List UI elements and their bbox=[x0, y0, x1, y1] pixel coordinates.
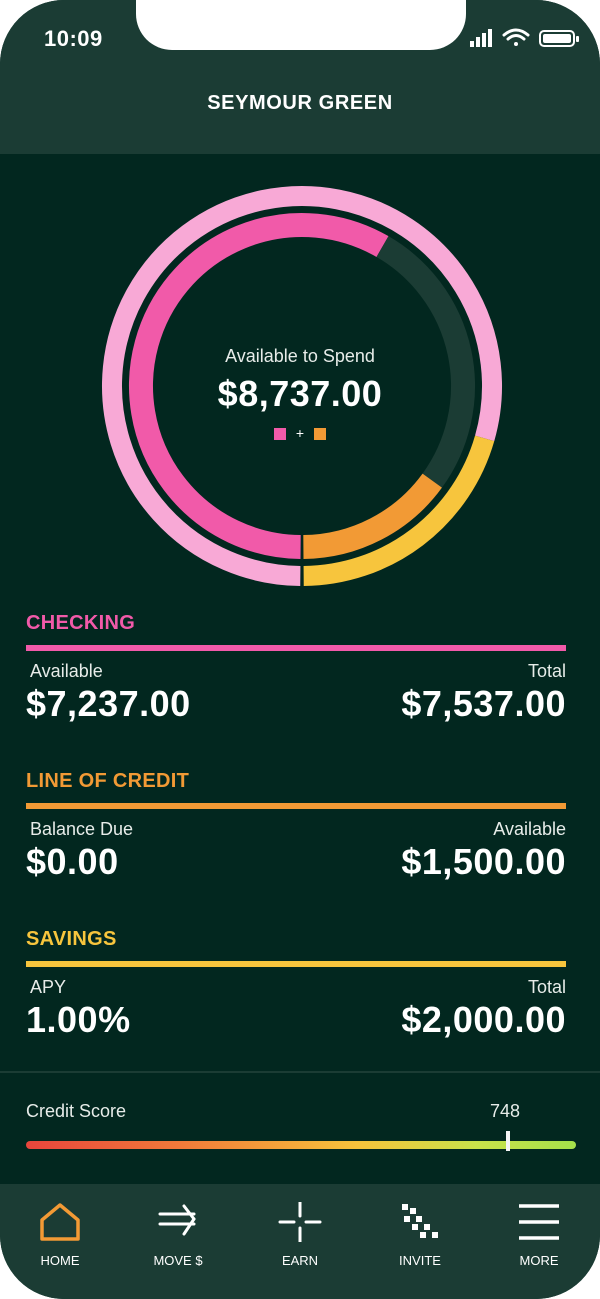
tab-invite-label: INVITE bbox=[399, 1253, 441, 1268]
earn-icon bbox=[278, 1202, 322, 1242]
tab-earn-label: EARN bbox=[281, 1253, 319, 1268]
signal-icon bbox=[470, 29, 492, 47]
line-of-credit-title: LINE OF CREDIT bbox=[26, 770, 190, 792]
line-of-credit-section[interactable]: LINE OF CREDIT Balance Due $0.00 Availab… bbox=[26, 770, 566, 889]
status-icons bbox=[470, 28, 579, 47]
available-to-spend-amount: $8,737.00 bbox=[217, 373, 383, 414]
checking-total-label: Total bbox=[527, 661, 566, 681]
transfer-icon bbox=[158, 1204, 196, 1236]
legend-plus: + bbox=[295, 425, 305, 441]
available-to-spend-label: Available to Spend bbox=[225, 346, 375, 366]
tab-more-label: MORE bbox=[519, 1253, 559, 1268]
tab-move-money-label: MOVE $ bbox=[153, 1253, 203, 1268]
checking-total-value: $7,537.00 bbox=[401, 683, 566, 724]
credit-available-label: Available bbox=[493, 819, 566, 839]
savings-section[interactable]: SAVINGS APY 1.00% Total $2,000.00 bbox=[26, 928, 566, 1047]
battery-icon bbox=[539, 30, 579, 47]
credit-score-value: 748 bbox=[490, 1101, 521, 1121]
credit-score-marker bbox=[506, 1131, 510, 1151]
status-time: 10:09 bbox=[44, 26, 103, 51]
page-title: SEYMOUR GREEN bbox=[207, 92, 393, 114]
apy-value: 1.00% bbox=[26, 999, 131, 1040]
wifi-icon bbox=[502, 28, 530, 46]
device-notch bbox=[136, 0, 466, 50]
tab-home-label: HOME bbox=[40, 1253, 80, 1268]
tab-bar: HOME MOVE $ EARN INVITE MORE bbox=[0, 1184, 600, 1299]
checking-legend-swatch bbox=[274, 428, 287, 441]
home-icon bbox=[40, 1203, 80, 1241]
checking-section[interactable]: CHECKING Available $7,237.00 Total $7,53… bbox=[26, 612, 566, 731]
tab-earn[interactable]: EARN bbox=[240, 1184, 360, 1284]
savings-title: SAVINGS bbox=[26, 928, 117, 950]
tab-more[interactable]: MORE bbox=[479, 1184, 599, 1284]
tab-invite[interactable]: INVITE bbox=[360, 1184, 480, 1284]
phone-screen: 10:09 SEYMOUR GREEN Available to Spend $… bbox=[0, 0, 600, 1299]
donut-legend: + bbox=[150, 425, 450, 441]
balance-summary: Available to Spend $8,737.00 + bbox=[150, 346, 450, 441]
credit-score-bar[interactable] bbox=[26, 1141, 576, 1149]
credit-available-value: $1,500.00 bbox=[401, 841, 566, 882]
credit-score-label: Credit Score bbox=[26, 1101, 127, 1121]
menu-icon bbox=[519, 1204, 559, 1240]
savings-total-label: Total bbox=[527, 977, 566, 997]
credit-legend-swatch bbox=[313, 428, 326, 441]
checking-available-value: $7,237.00 bbox=[26, 683, 191, 724]
balance-due-label: Balance Due bbox=[30, 819, 134, 839]
invite-icon bbox=[402, 1204, 438, 1238]
checking-title: CHECKING bbox=[26, 612, 136, 634]
apy-label: APY bbox=[30, 977, 67, 997]
checking-available-label: Available bbox=[30, 661, 103, 681]
tab-home[interactable]: HOME bbox=[0, 1184, 120, 1284]
tab-move-money[interactable]: MOVE $ bbox=[118, 1184, 238, 1284]
section-divider bbox=[0, 1071, 600, 1073]
balance-due-value: $0.00 bbox=[26, 841, 119, 882]
savings-total-value: $2,000.00 bbox=[401, 999, 566, 1040]
